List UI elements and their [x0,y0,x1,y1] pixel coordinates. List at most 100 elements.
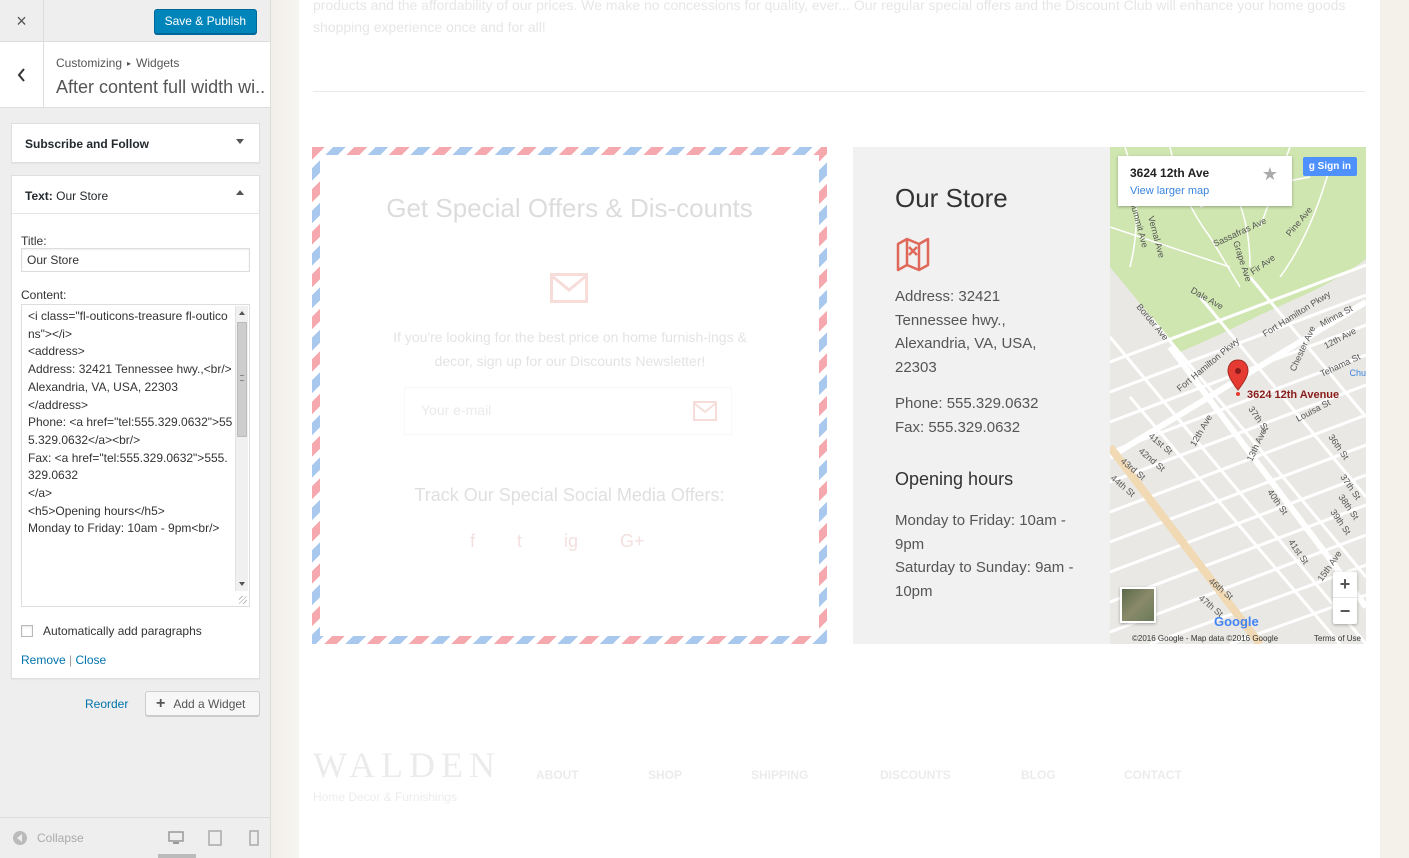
close-icon: × [16,10,27,31]
customizer-header: × Save & Publish [0,0,270,42]
add-widget-label: Add a Widget [173,696,246,711]
collapse-arrow-icon [13,831,27,845]
expand-arrow-icon[interactable] [236,139,244,144]
store-title: Our Store [895,183,1008,213]
textarea-scrollbar[interactable] [235,306,248,591]
opening-hours-text: Monday to Friday: 10am - 9pm Saturday to… [895,512,1074,600]
content-textarea[interactable]: <i class="fl-outicons-treasure fl-outico… [21,304,250,607]
google-map[interactable]: Summit Ave Vernal Ave Grape Ave Sassafra… [1110,147,1366,644]
sign-in-label: Sign in [1317,161,1351,172]
close-customizer-button[interactable]: × [0,0,44,42]
breadcrumb-section: Widgets [136,56,180,70]
footer-nav-shop[interactable]: SHOP [648,768,682,782]
active-device-indicator [158,854,196,858]
breadcrumb-separator-icon: ▸ [127,59,132,68]
resize-grip-icon[interactable] [239,596,247,604]
widget-title-prefix: Text: [25,189,53,203]
widget-subscribe-follow[interactable]: Subscribe and Follow [11,123,260,163]
content-text: <i class="fl-outicons-treasure fl-outico… [28,309,233,536]
section-divider [313,91,1365,92]
mobile-preview-icon[interactable] [246,830,262,846]
widget-title: Subscribe and Follow [25,137,150,151]
reorder-link[interactable]: Reorder [85,697,128,711]
track-offers-title: Track Our Special Social Media Offers: [414,485,725,505]
offers-envelope: Get Special Offers & Dis-counts If you'r… [312,147,827,644]
remove-link[interactable]: Remove [21,653,66,667]
auto-paragraphs-checkbox[interactable] [21,625,33,637]
save-star-icon[interactable]: ★ [1262,164,1278,185]
close-link[interactable]: Close [76,653,107,667]
google-plus-icon: g [1308,161,1318,172]
footer-brand: WALDEN [313,745,501,785]
footer-nav-shipping[interactable]: SHIPPING [751,768,808,782]
section-header: Customizing ▸ Widgets After content full w… [0,42,270,108]
breadcrumb-root: Customizing [56,56,123,70]
back-button[interactable] [0,42,44,108]
link-separator: | [69,653,73,667]
breadcrumb: Customizing ▸ Widgets [56,56,179,70]
title-input[interactable] [21,248,250,272]
footer-nav-about[interactable]: ABOUT [536,768,579,782]
store-address: Address: 32421 Tennessee hwy., Alexandri… [895,288,1037,376]
intro-paragraph: products and the affordability of our pr… [313,0,1346,35]
desktop-preview-icon[interactable] [168,830,184,846]
instagram-icon[interactable]: ig [564,531,578,552]
pin-label: 3624 12th Avenue [1247,389,1340,401]
scroll-thumb[interactable] [237,322,247,437]
offers-title: Get Special Offers & Dis-counts [386,193,753,223]
zoom-out-button[interactable]: − [1333,598,1357,624]
auto-paragraphs-label: Automatically add paragraphs [43,624,202,638]
map-edge-label: Chu [1349,368,1366,378]
email-placeholder: Your e-mail [421,402,492,418]
site-preview: products and the affordability of our pr… [271,0,1409,858]
email-input[interactable]: Your e-mail [404,387,732,435]
opening-hours-title: Opening hours [895,469,1014,489]
footer-nav-contact[interactable]: CONTACT [1124,768,1182,782]
offers-panel: Get Special Offers & Dis-counts If you'r… [320,155,819,636]
widget-text-our-store: Text: Our Store Title: Content: <i class… [11,175,260,679]
social-links: f t ig G+ [470,531,645,552]
widget-header[interactable]: Subscribe and Follow [12,124,259,162]
zoom-in-button[interactable]: + [1333,572,1357,598]
widget-header[interactable]: Text: Our Store [12,176,259,214]
map-terms-link[interactable]: Terms of Use [1314,634,1361,643]
view-larger-map-link[interactable]: View larger map [1130,185,1209,197]
envelope-icon [550,273,588,303]
auto-paragraphs-option[interactable]: Automatically add paragraphs [21,624,202,638]
map-copyright: ©2016 Google - Map data ©2016 Google [1132,634,1279,643]
satellite-toggle[interactable] [1120,587,1156,623]
collapse-button[interactable]: Collapse [13,831,84,845]
facebook-icon[interactable]: f [470,531,475,552]
widget-actions: Remove | Close [21,653,106,667]
google-plus-icon[interactable]: G+ [620,531,645,552]
add-widget-button[interactable]: + Add a Widget [145,691,260,716]
footer-nav-blog[interactable]: BLOG [1021,768,1056,782]
map-sign-in-button[interactable]: g Sign in [1302,157,1357,176]
footer-nav-discounts[interactable]: DISCOUNTS [880,768,951,782]
collapse-label: Collapse [37,831,84,845]
scroll-down-icon[interactable] [236,577,248,591]
send-mail-icon[interactable] [693,401,717,421]
zoom-controls: + − [1333,572,1357,624]
store-phone-fax: Phone: 555.329.0632 Fax: 555.329.0632 [895,395,1039,436]
site-footer: WALDEN Home Decor & Furnishings ABOUT SH… [313,744,1373,814]
collapse-arrow-icon[interactable] [236,190,244,195]
customizer-sidebar: × Save & Publish Customizing ▸ Widgets Aft… [0,0,271,858]
chevron-left-icon [17,68,25,82]
offers-description: If you're looking for the best price on … [393,329,747,369]
content-label: Content: [21,288,67,302]
tablet-preview-icon[interactable] [207,830,223,846]
google-logo: Google [1214,614,1259,629]
our-store-panel: Our Store Address: 32421 Tennessee hwy.,… [853,147,1110,644]
customizer-footer: Collapse [0,817,270,858]
footer-tagline: Home Decor & Furnishings [313,790,458,804]
map-address: 3624 12th Ave [1130,166,1210,180]
section-title: After content full width wi... [56,77,266,97]
save-publish-button[interactable]: Save & Publish [153,9,257,34]
plus-icon: + [156,694,166,712]
twitter-icon[interactable]: t [517,531,522,552]
title-label: Title: [21,234,47,248]
offers-content: Get Special Offers & Dis-counts If you'r… [320,155,819,636]
scroll-up-icon[interactable] [236,306,248,320]
widget-title-name: Our Store [56,189,109,203]
